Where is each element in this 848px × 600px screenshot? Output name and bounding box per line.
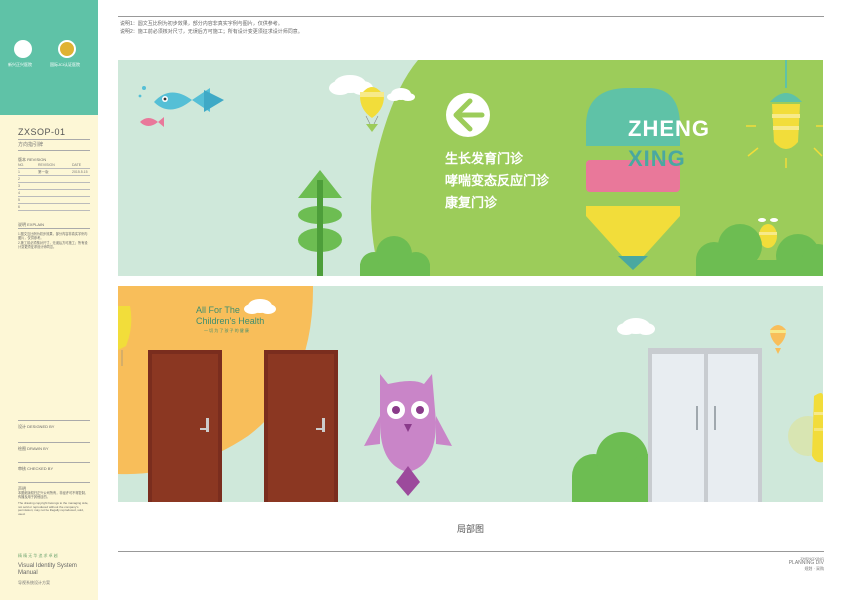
note-2: 说明2：施工前必须核对尺寸，无误后方可施工；所有设计变更须征求设计师同意。 (120, 29, 303, 35)
hospital-logo-icon (14, 40, 32, 58)
department-line-3: 康复门诊 (445, 195, 498, 210)
department-line-1: 生长发育门诊 (445, 151, 524, 166)
drawing-code: ZXSOP-01 (18, 127, 66, 137)
brand-line-1: ZHENG (628, 116, 710, 141)
tagline-line-2: Children's Health (196, 316, 264, 326)
revision-cell-no: 5 (18, 198, 20, 202)
note-1: 说明1：圆文互比例为初步效果，部分内容非真实字例与图片，仅供参考。 (120, 21, 283, 27)
slogan: 精 精 无 华 追 求 卓 越 (18, 553, 58, 558)
header-rule (118, 16, 824, 17)
revision-row: 2 (18, 177, 90, 183)
small-fish-icon (140, 117, 164, 127)
owl-icon (364, 374, 452, 496)
checked-by-label: 审核 CHECKED BY (18, 466, 54, 471)
revision-cell-no: 6 (18, 205, 20, 209)
explain-text-1: 1.图文互比例为初步效果，部分内容非真实字例与图片，仅供参考。 (18, 232, 88, 240)
arrow-left-icon[interactable] (446, 93, 490, 137)
tagline-line-1: All For The (196, 305, 240, 315)
drawing-subtitle: 方向指引牌 (18, 142, 44, 148)
balloon-icon (770, 325, 786, 354)
sign-panel-directional: 生长发育门诊 哮喘变态反应门诊 康复门诊 ZHENG XING (118, 60, 823, 276)
brand-line-2: XING (628, 146, 686, 171)
revision-row: 6 (18, 205, 90, 211)
revision-cell-date: 2015.5.15 (72, 170, 88, 174)
divider (18, 228, 90, 229)
footer-credit: ZHENGXING PLANNING DIV 规划 · 采购 (789, 556, 824, 571)
tree-icon (298, 170, 342, 276)
cloud-icon (617, 318, 655, 335)
rev-head-date: DATE (72, 163, 82, 167)
revision-cell-revision: 第一版 (38, 170, 49, 174)
divider (18, 462, 90, 463)
divider (18, 482, 90, 483)
revision-row: 5 (18, 198, 90, 204)
revision-row: 1 第一版 2015.5.15 (18, 170, 90, 176)
manual-subtitle: 导视系统设计方案 (18, 580, 50, 585)
revision-header: NO. REVISION DATE (18, 163, 90, 169)
tagline-cn: 一 切 为 了 孩 子 的 健 康 (204, 327, 249, 333)
revision-cell-no: 4 (18, 191, 20, 195)
glass-double-door-icon[interactable] (648, 348, 762, 502)
balloon-icon (360, 87, 384, 132)
revision-row: 4 (18, 191, 90, 197)
jci-badge-icon (58, 40, 76, 58)
footer-rule (118, 551, 824, 552)
corridor-artwork: All For The Children's Health 一 切 为 了 孩 … (118, 286, 823, 502)
door-icon[interactable] (148, 350, 222, 502)
designed-by-label: 设计 DESIGNED BY (18, 424, 55, 429)
rev-head-no: NO. (18, 163, 25, 167)
footer-line-3: 规划 · 采购 (804, 566, 824, 571)
figure-caption: 局部图 (456, 524, 484, 534)
department-line-2: 哮喘变态反应门诊 (445, 173, 550, 188)
corridor-wall-panel: All For The Children's Health 一 切 为 了 孩 … (118, 286, 823, 502)
divider (18, 150, 90, 151)
lightbulb-icon (788, 393, 823, 463)
revision-cell-no: 2 (18, 177, 20, 181)
logo2-text: 国际JCI认证医院 (50, 62, 80, 67)
statement-en: The drawing copyright belongs to the man… (18, 501, 89, 516)
divider (18, 442, 90, 443)
manual-title: Visual Identity System Manual (18, 563, 77, 576)
sign-artwork: 生长发育门诊 哮喘变态反应门诊 康复门诊 ZHENG XING (138, 60, 823, 276)
divider (18, 139, 90, 140)
revision-cell-no: 1 (18, 170, 20, 174)
sidebar-logo-area: 新兴正兴医院 国际JCI认证医院 (0, 0, 98, 115)
divider (18, 420, 90, 421)
statement-text: 本图纸版权归正兴公司所有，非经许可不得复制、传播及用于其他目的。 (18, 491, 89, 499)
rev-head-revision: REVISION (38, 163, 55, 167)
revision-cell-no: 3 (18, 184, 20, 188)
sidebar: 新兴正兴医院 国际JCI认证医院 ZXSOP-01 方向指引牌 版本 REVIS… (0, 0, 98, 600)
logo1-text: 新兴正兴医院 (8, 62, 32, 67)
explain-text-2: 2.施工前必须核对尺寸，无误后方可施工；所有设计变更须征求设计师同意。 (18, 241, 88, 249)
revision-row: 3 (18, 184, 90, 190)
door-icon[interactable] (264, 350, 338, 502)
drawn-by-label: 绘图 DRAWN BY (18, 446, 49, 451)
fish-icon (138, 86, 224, 112)
